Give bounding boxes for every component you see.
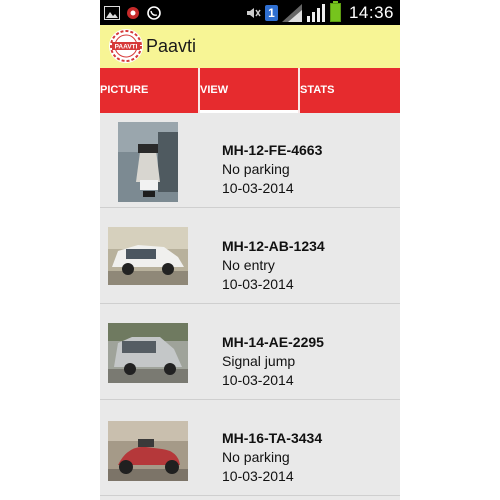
tab-bar: PICTURE VIEW STATS (100, 68, 400, 113)
app-title: Paavti (146, 36, 197, 56)
phone-screen: 1 14:36 PAAVTI Paavti PICTURE VIEW STATS… (100, 0, 400, 500)
record-info: MH-12-FE-4663 No parking 10-03-2014 (222, 141, 392, 198)
app-logo: PAAVTI (109, 29, 143, 63)
badge-icon: 1 (264, 4, 278, 21)
violation-type: Signal jump (222, 353, 296, 369)
plate-number: MH-12-AB-1234 (222, 238, 325, 254)
battery-icon (329, 1, 341, 22)
list-item[interactable]: MH-12-AB-1234 No entry 10-03-2014 (100, 209, 400, 304)
status-bar-notifications (104, 4, 162, 21)
list-item[interactable]: MH-12-FE-4663 No parking 10-03-2014 (100, 113, 400, 208)
tab-stats[interactable]: STATS (300, 68, 400, 113)
violation-list: MH-12-FE-4663 No parking 10-03-2014 MH-1… (100, 113, 400, 500)
violation-type: No parking (222, 449, 290, 465)
status-time: 14:36 (348, 2, 394, 22)
logo-text: PAAVTI (115, 44, 138, 51)
plate-number: MH-16-TA-3434 (222, 430, 323, 446)
record-date: 10-03-2014 (222, 180, 294, 196)
vehicle-thumbnail (108, 421, 188, 481)
vehicle-thumbnail (118, 122, 178, 202)
record-info: MH-12-AB-1234 No entry 10-03-2014 (222, 237, 392, 294)
app-header: PAAVTI Paavti (100, 25, 400, 68)
record-info: MH-14-AE-2295 Signal jump 10-03-2014 (222, 333, 392, 390)
plate-number: MH-14-AE-2295 (222, 334, 324, 350)
record-info: MH-16-TA-3434 No parking 10-03-2014 (222, 429, 392, 486)
image-icon (104, 5, 120, 20)
record-date: 10-03-2014 (222, 276, 294, 292)
violation-type: No entry (222, 257, 275, 273)
violation-type: No parking (222, 161, 290, 177)
mute-icon (245, 6, 261, 20)
tab-view[interactable]: VIEW (200, 68, 298, 113)
record-date: 10-03-2014 (222, 468, 294, 484)
wifi-icon (281, 3, 302, 22)
plate-number: MH-12-FE-4663 (222, 142, 323, 158)
tab-picture[interactable]: PICTURE (100, 68, 198, 113)
status-bar: 1 14:36 (100, 0, 400, 25)
vehicle-thumbnail (108, 227, 188, 285)
whatsapp-icon (146, 5, 162, 20)
list-item[interactable]: MH-14-AE-2295 Signal jump 10-03-2014 (100, 305, 400, 400)
record-date: 10-03-2014 (222, 372, 294, 388)
list-item[interactable]: MH-16-TA-3434 No parking 10-03-2014 (100, 401, 400, 496)
msg-icon (125, 6, 141, 20)
signal-icon (306, 3, 326, 22)
vehicle-thumbnail (108, 323, 188, 383)
status-bar-system: 1 14:36 (245, 1, 394, 22)
